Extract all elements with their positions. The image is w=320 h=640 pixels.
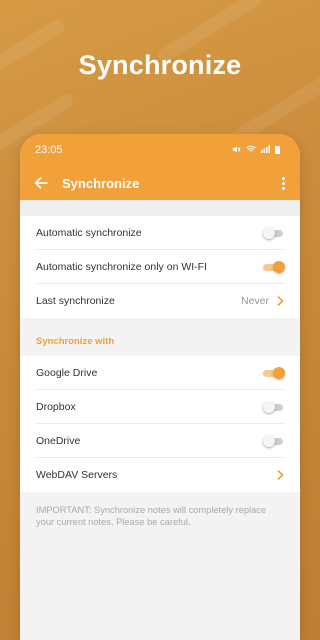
webdav-row[interactable]: WebDAV Servers [36,458,285,492]
onedrive-row[interactable]: OneDrive [36,424,285,458]
onedrive-label: OneDrive [36,434,81,447]
dropbox-label: Dropbox [36,400,76,413]
google-drive-toggle[interactable] [263,366,285,379]
wifi-only-label: Automatic synchronize only on WI-FI [36,260,207,273]
google-drive-row[interactable]: Google Drive [36,356,285,390]
auto-sync-row[interactable]: Automatic synchronize [36,216,285,250]
auto-sync-label: Automatic synchronize [36,226,142,239]
status-icons [232,145,280,156]
last-sync-value-group: Never [241,295,285,307]
mute-icon [232,145,241,156]
chevron-right-icon [275,296,285,306]
status-time: 23:05 [35,144,63,156]
app-bar-title: Synchronize [62,175,140,191]
google-drive-label: Google Drive [36,366,98,379]
dropbox-row[interactable]: Dropbox [36,390,285,424]
important-note: IMPORTANT: Synchronize notes will comple… [36,505,267,527]
wifi-icon [246,145,256,155]
arrow-left-icon [34,177,48,189]
general-settings: Automatic synchronize Automatic synchron… [20,216,300,318]
battery-icon [275,146,280,154]
auto-sync-toggle[interactable] [263,226,285,239]
webdav-label: WebDAV Servers [36,469,118,481]
signal-icon [261,145,270,155]
wifi-only-toggle[interactable] [263,260,285,273]
dropbox-toggle[interactable] [263,400,285,413]
more-vertical-icon [281,176,285,180]
sync-with-header: Synchronize with [20,326,300,356]
hero-title: Synchronize [78,50,242,80]
app-bar: Synchronize [20,166,300,200]
spacer [20,200,300,216]
onedrive-toggle[interactable] [263,434,285,447]
phone-frame: 23:05 Synchronize Automatic synchronize [20,134,300,640]
last-sync-value: Never [240,295,269,307]
last-sync-label: Last synchronize [36,295,115,307]
status-bar: 23:05 [20,134,300,166]
chevron-right-icon [275,470,285,480]
last-sync-row[interactable]: Last synchronize Never [36,284,285,318]
back-button[interactable] [32,174,50,192]
sync-providers: Google Drive Dropbox OneDrive WebDAV Ser… [20,356,300,492]
more-options-button[interactable] [276,173,290,193]
wifi-only-row[interactable]: Automatic synchronize only on WI-FI [36,250,285,284]
